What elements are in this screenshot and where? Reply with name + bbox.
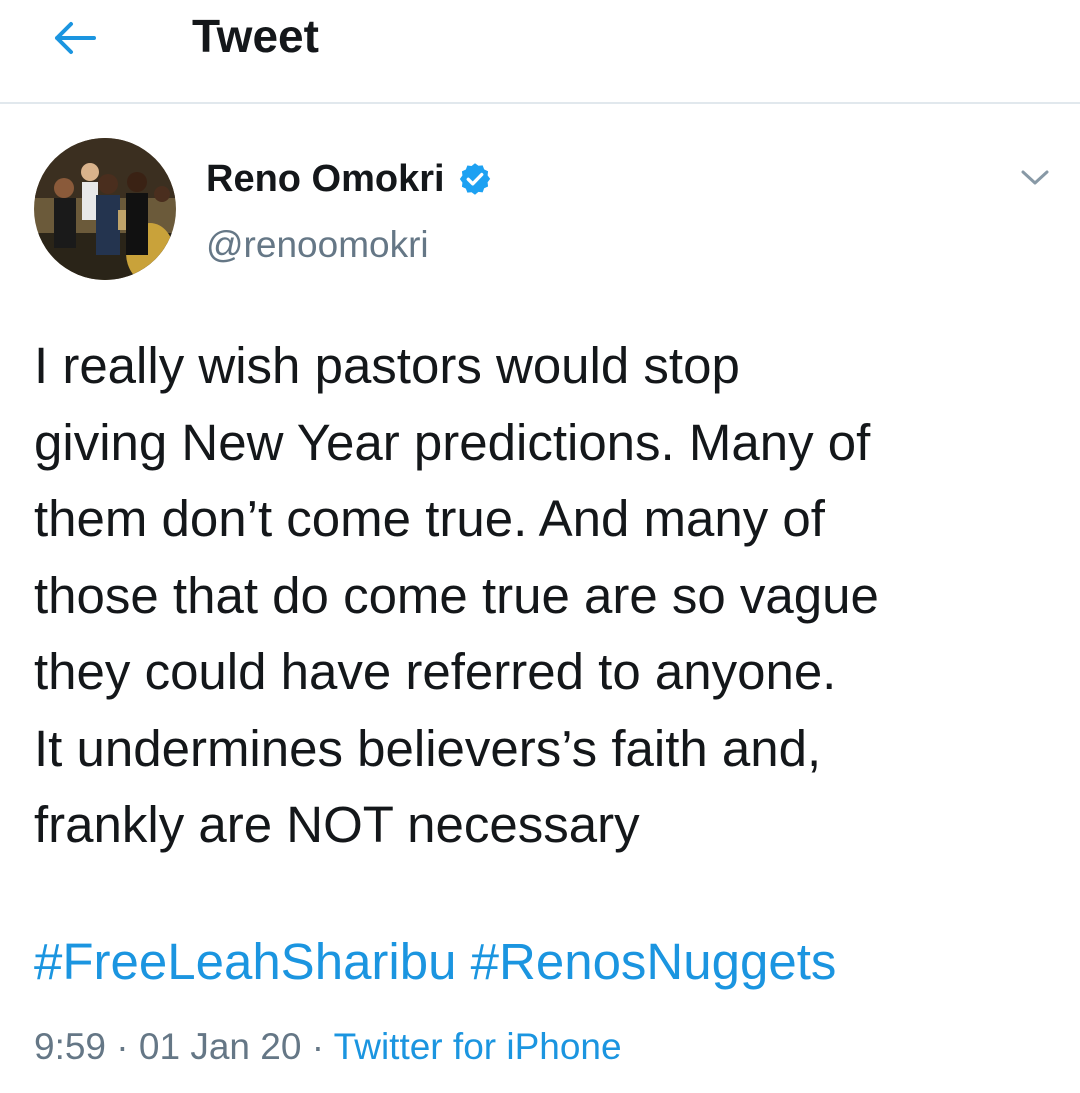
author-handle[interactable]: @renoomokri (206, 222, 429, 268)
profile-photo (34, 138, 176, 280)
back-arrow-icon (55, 22, 96, 54)
hashtag-link[interactable]: #FreeLeahSharibu (34, 933, 456, 990)
meta-separator: · (311, 1026, 325, 1067)
back-button[interactable] (44, 12, 104, 64)
tweet-source-link[interactable]: Twitter for iPhone (334, 1026, 622, 1067)
tweet-date: 01 Jan 20 (138, 1026, 302, 1067)
hashtag-link[interactable]: #RenosNuggets (471, 933, 837, 990)
hashtag-row: #FreeLeahSharibu #RenosNuggets (34, 928, 836, 996)
avatar[interactable] (34, 138, 176, 280)
chevron-down-icon (1021, 170, 1049, 185)
tweet-menu-button[interactable] (1010, 158, 1060, 198)
tweet-metadata: 9:59 · 01 Jan 20 · Twitter for iPhone (34, 1024, 622, 1070)
author-name[interactable]: Reno Omokri (206, 156, 493, 202)
app-header: Tweet (0, 0, 1080, 104)
tweet-text: I really wish pastors would stop giving … (34, 337, 879, 853)
meta-separator: · (116, 1026, 129, 1067)
tweet-time: 9:59 (34, 1026, 107, 1067)
page-title: Tweet (192, 10, 319, 62)
author-name-label: Reno Omokri (206, 158, 445, 200)
verified-badge-icon (459, 163, 490, 195)
